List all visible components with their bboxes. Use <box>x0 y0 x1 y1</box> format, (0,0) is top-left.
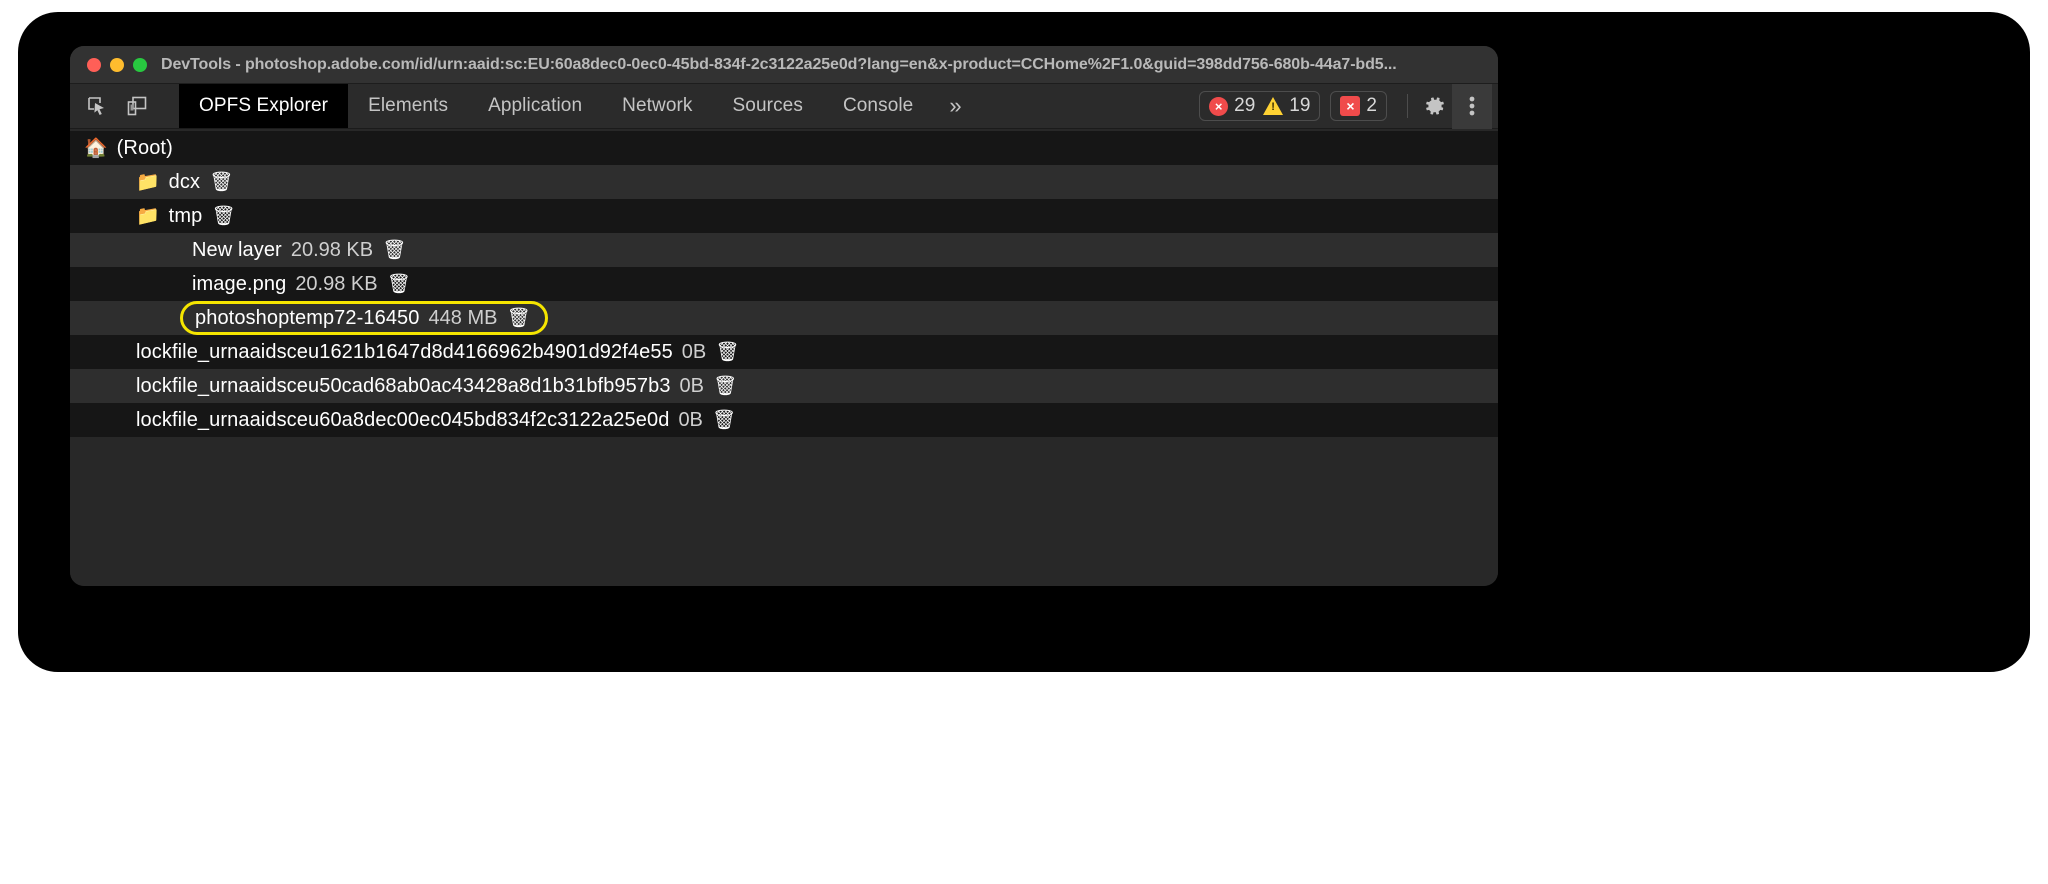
tab-label: Console <box>843 95 913 117</box>
delete-icon[interactable]: 🗑 <box>715 343 739 362</box>
home-icon: 🏠 <box>84 139 108 158</box>
entry-name: lockfile_urnaaidsceu60a8dec00ec045bd834f… <box>136 409 669 432</box>
entry-size: 0B <box>680 375 704 398</box>
tab-label: Application <box>488 95 582 117</box>
entry-size: 0B <box>682 341 706 364</box>
maximize-window-button[interactable] <box>133 58 147 72</box>
table-row[interactable]: image.png 20.98 KB 🗑 <box>70 267 1498 301</box>
delete-icon[interactable]: 🗑 <box>387 275 411 294</box>
window-title: DevTools - photoshop.adobe.com/id/urn:aa… <box>161 56 1486 74</box>
warning-count-badge[interactable]: 19 <box>1263 95 1310 117</box>
row-content: photoshoptemp72-16450 448 MB 🗑 <box>180 301 548 335</box>
entry-name: photoshoptemp72-16450 <box>195 307 420 330</box>
delete-icon[interactable]: 🗑 <box>382 241 406 260</box>
tab-label: Network <box>622 95 692 117</box>
devtools-tool-buttons <box>70 84 179 128</box>
console-counts-group[interactable]: × 29 19 <box>1199 91 1320 121</box>
table-row[interactable]: 📁 dcx 🗑 <box>70 165 1498 199</box>
delete-icon[interactable]: 🗑 <box>211 207 235 226</box>
entry-name: lockfile_urnaaidsceu50cad68ab0ac43428a8d… <box>136 375 671 398</box>
folder-icon: 📁 <box>136 207 160 226</box>
tab-label: Elements <box>368 95 448 117</box>
table-row[interactable]: 📁 tmp 🗑 <box>70 199 1498 233</box>
warning-count: 19 <box>1289 95 1310 117</box>
entry-name: image.png <box>192 273 286 296</box>
more-tabs-label: » <box>949 93 961 119</box>
inspect-element-icon[interactable] <box>80 89 114 123</box>
table-row-highlighted[interactable]: photoshoptemp72-16450 448 MB 🗑 <box>70 301 1498 335</box>
tab-sources[interactable]: Sources <box>713 84 823 128</box>
table-row[interactable]: lockfile_urnaaidsceu50cad68ab0ac43428a8d… <box>70 369 1498 403</box>
tab-application[interactable]: Application <box>468 84 602 128</box>
row-content: lockfile_urnaaidsceu50cad68ab0ac43428a8d… <box>136 375 737 398</box>
table-row[interactable]: lockfile_urnaaidsceu60a8dec00ec045bd834f… <box>70 403 1498 437</box>
warning-icon <box>1263 97 1283 115</box>
delete-icon[interactable]: 🗑 <box>713 377 737 396</box>
entry-size: 0B <box>678 409 702 432</box>
issues-count: 2 <box>1366 95 1377 117</box>
devtools-tabstrip: OPFS Explorer Elements Application Netwo… <box>70 84 1498 129</box>
row-content: 🏠 (Root) <box>84 137 173 160</box>
entry-name: lockfile_urnaaidsceu1621b1647d8d4166962b… <box>136 341 673 364</box>
tab-label: OPFS Explorer <box>199 95 328 117</box>
tab-label: Sources <box>733 95 803 117</box>
tab-console[interactable]: Console <box>823 84 933 128</box>
entry-name: (Root) <box>117 137 173 160</box>
entry-size: 20.98 KB <box>295 273 377 296</box>
table-row[interactable]: lockfile_urnaaidsceu1621b1647d8d4166962b… <box>70 335 1498 369</box>
entry-name: New layer <box>192 239 282 262</box>
entry-size: 448 MB <box>429 307 498 330</box>
tab-opfs-explorer[interactable]: OPFS Explorer <box>179 84 348 128</box>
window-titlebar: DevTools - photoshop.adobe.com/id/urn:aa… <box>70 46 1498 84</box>
row-content: 📁 dcx 🗑 <box>136 171 233 194</box>
row-content: image.png 20.98 KB 🗑 <box>192 273 411 296</box>
issues-badge[interactable]: × 2 <box>1340 95 1377 117</box>
entry-size: 20.98 KB <box>291 239 373 262</box>
tab-elements[interactable]: Elements <box>348 84 468 128</box>
minimize-window-button[interactable] <box>110 58 124 72</box>
table-row[interactable]: 🏠 (Root) <box>70 131 1498 165</box>
error-count-badge[interactable]: × 29 <box>1209 95 1255 117</box>
tabstrip-right-controls: × 29 19 × 2 <box>1199 84 1498 128</box>
more-tabs-chevron-icon[interactable]: » <box>933 84 977 128</box>
gear-icon[interactable] <box>1418 89 1452 123</box>
issue-icon: × <box>1340 96 1360 116</box>
issues-count-group[interactable]: × 2 <box>1330 91 1387 121</box>
table-row[interactable]: New layer 20.98 KB 🗑 <box>70 233 1498 267</box>
delete-icon[interactable]: 🗑 <box>712 411 736 430</box>
traffic-lights <box>87 58 147 72</box>
row-content: New layer 20.98 KB 🗑 <box>192 239 406 262</box>
folder-icon: 📁 <box>136 173 160 192</box>
kebab-menu-icon[interactable] <box>1452 84 1492 129</box>
row-content: 📁 tmp 🗑 <box>136 205 235 228</box>
error-count: 29 <box>1234 95 1255 117</box>
opfs-file-tree: 🏠 (Root) 📁 dcx 🗑 📁 tmp 🗑 <box>70 129 1498 586</box>
tab-network[interactable]: Network <box>602 84 712 128</box>
row-content: lockfile_urnaaidsceu60a8dec00ec045bd834f… <box>136 409 736 432</box>
device-toolbar-icon[interactable] <box>120 89 154 123</box>
screenshot-root: DevTools - photoshop.adobe.com/id/urn:aa… <box>0 0 2048 884</box>
panel-tabs: OPFS Explorer Elements Application Netwo… <box>179 84 1199 128</box>
toolbar-divider-right <box>1407 94 1408 118</box>
entry-name: dcx <box>169 171 200 194</box>
delete-icon[interactable]: 🗑 <box>209 173 233 192</box>
delete-icon[interactable]: 🗑 <box>506 309 530 328</box>
entry-name: tmp <box>169 205 203 228</box>
row-content: lockfile_urnaaidsceu1621b1647d8d4166962b… <box>136 341 739 364</box>
close-window-button[interactable] <box>87 58 101 72</box>
error-icon: × <box>1209 97 1228 116</box>
devtools-window: DevTools - photoshop.adobe.com/id/urn:aa… <box>70 46 1498 586</box>
